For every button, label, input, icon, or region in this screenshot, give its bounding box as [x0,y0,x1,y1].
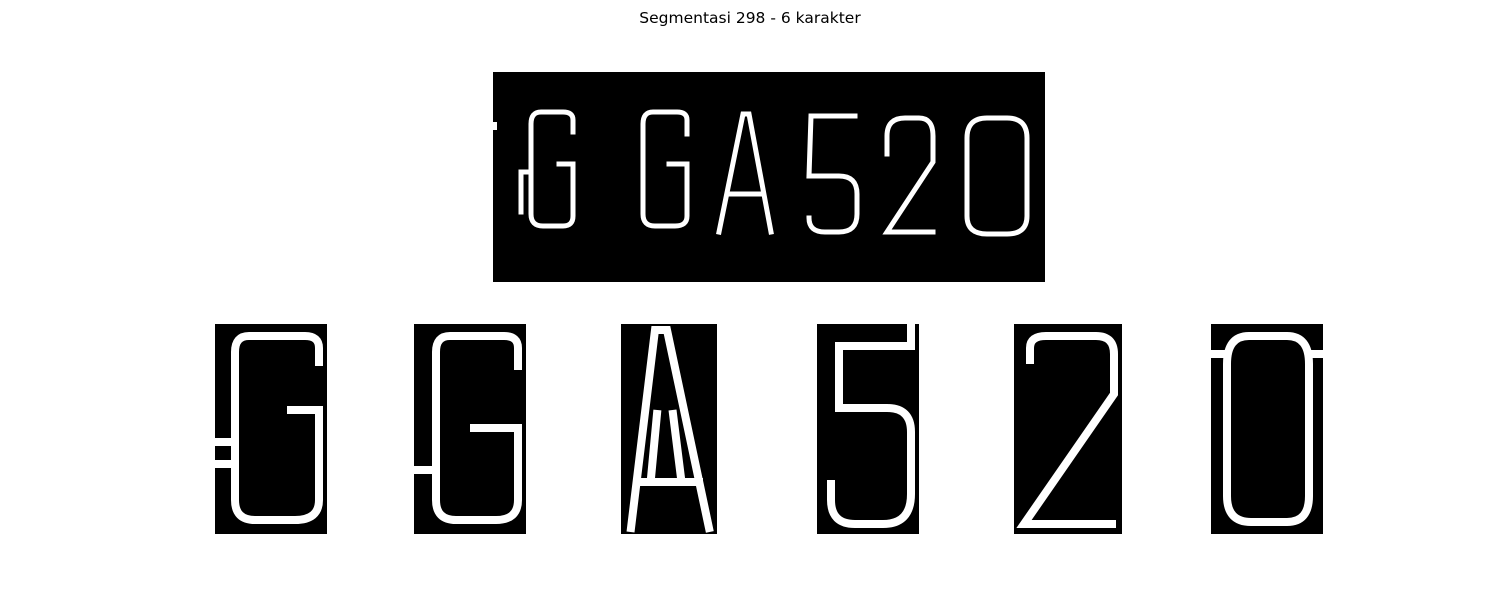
plate-characters [493,109,1030,237]
segment-glyph-2 [1016,332,1118,528]
plate-char-2 [882,115,936,235]
plate-char-5 [806,113,860,235]
segment-glyph-G [414,332,522,524]
segment-glyph-5 [827,324,915,528]
segment-glyph-A [626,326,714,533]
noise-speck [493,122,497,130]
plate-char-A [716,111,774,235]
segment-crop-6 [1211,324,1323,534]
figure-title: Segmentasi 298 - 6 karakter [639,9,861,27]
segment-crop-2 [414,324,526,534]
plate-char-G-2 [640,109,690,229]
segment-crop-3 [621,324,717,534]
segment-glyph-0 [1211,332,1323,526]
segment-crop-5 [1014,324,1122,534]
plate-char-0 [964,115,1030,237]
segment-crop-1 [215,324,327,534]
segment-glyph-G [215,332,323,524]
plate-binary-image [493,72,1045,282]
segment-crop-4 [817,324,919,534]
plate-char-G-1 [518,109,576,229]
